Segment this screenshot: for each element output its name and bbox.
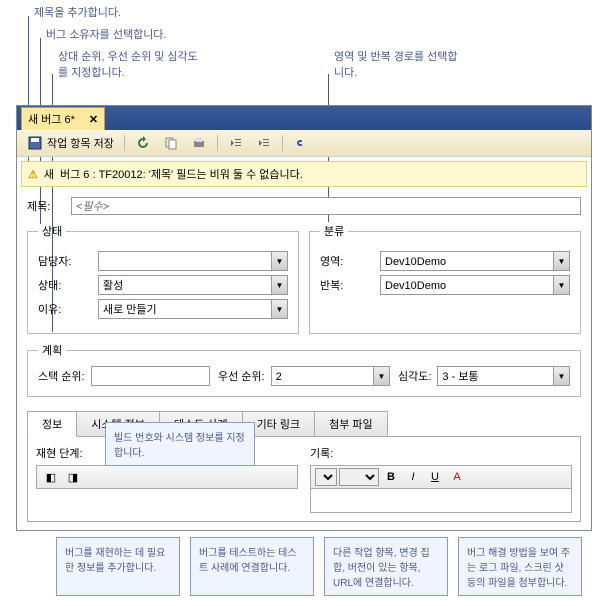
area-label: 영역: [320, 253, 380, 269]
state-label: 상태: [38, 277, 98, 293]
link-icon [293, 135, 309, 151]
priority-combo[interactable]: 2 ▼ [271, 366, 390, 386]
iteration-value: Dev10Demo [380, 275, 570, 295]
validation-warning: ⚠ 새 버그 6 : TF20012: '제목' 필드는 비워 둘 수 없습니다… [21, 161, 587, 187]
copy-button[interactable] [159, 133, 183, 153]
warning-text: 버그 6 : TF20012: '제목' 필드는 비워 둘 수 없습니다. [60, 166, 303, 182]
tab-attachments[interactable]: 첨부 파일 [314, 411, 388, 437]
priority-label: 우선 순위: [218, 368, 265, 384]
plan-legend: 계획 [38, 342, 66, 358]
italic-button[interactable]: I [403, 468, 423, 486]
warning-prefix: 새 [44, 166, 54, 182]
assignee-label: 담당자: [38, 253, 98, 269]
save-icon [27, 135, 43, 151]
area-combo[interactable]: Dev10Demo ▼ [380, 251, 570, 271]
link-button[interactable] [289, 133, 313, 153]
refresh-icon [135, 135, 151, 151]
callout-title: 제목을 추가합니다. [34, 4, 121, 20]
severity-label: 심각도: [398, 368, 431, 384]
chevron-down-icon[interactable]: ▼ [553, 252, 569, 270]
iteration-label: 반복: [320, 277, 380, 293]
history-toolbar: B I U A [310, 465, 572, 489]
area-value: Dev10Demo [380, 251, 570, 271]
status-fieldset: 상태 담당자: ▼ 상태: 활성 ▼ 이유: [27, 223, 299, 334]
font-select[interactable] [315, 468, 337, 486]
stack-value[interactable] [91, 366, 210, 386]
outdent-button[interactable] [224, 133, 248, 153]
reason-label: 이유: [38, 301, 98, 317]
toolbar: 작업 항목 저장 [17, 130, 591, 157]
classification-fieldset: 분류 영역: Dev10Demo ▼ 반복: Dev10Demo ▼ [309, 223, 581, 334]
print-button[interactable] [187, 133, 211, 153]
annotation-sysinfo: 빌드 번호와 시스템 정보를 지정합니다. [105, 422, 255, 466]
callout-area: 영역 및 반복 경로를 선택합니다. [334, 48, 464, 80]
font-color-button[interactable]: A [447, 468, 467, 486]
rte-button[interactable]: ◧ [41, 468, 61, 486]
chevron-down-icon[interactable]: ▼ [271, 276, 287, 294]
iteration-combo[interactable]: Dev10Demo ▼ [380, 275, 570, 295]
save-label: 작업 항목 저장 [47, 135, 114, 151]
refresh-button[interactable] [131, 133, 155, 153]
chevron-down-icon[interactable]: ▼ [373, 367, 389, 385]
size-select[interactable] [339, 468, 379, 486]
title-label: 제목: [27, 198, 65, 214]
severity-value: 3 - 보통 [437, 366, 570, 386]
form-area: 제목: 상태 담당자: ▼ 상태: 활성 ▼ [17, 191, 591, 403]
chevron-down-icon[interactable]: ▼ [553, 276, 569, 294]
reason-value: 새로 만들기 [98, 299, 288, 319]
chevron-down-icon[interactable]: ▼ [271, 300, 287, 318]
outdent-icon [228, 135, 244, 151]
history-label: 기록: [310, 445, 572, 461]
print-icon [191, 135, 207, 151]
stack-input[interactable] [91, 366, 210, 386]
title-input[interactable] [71, 197, 581, 215]
planning-fieldset: 계획 스택 순위: 우선 순위: 2 ▼ 심각도: [27, 342, 581, 397]
indent-button[interactable] [252, 133, 276, 153]
stack-label: 스택 순위: [38, 368, 85, 384]
tab-info[interactable]: 정보 [27, 411, 77, 437]
assignee-combo[interactable]: ▼ [98, 251, 288, 271]
work-item-window: 새 버그 6* ✕ 작업 항목 저장 ⚠ 새 버그 6 : TF20012: '… [16, 105, 592, 531]
chevron-down-icon[interactable]: ▼ [271, 252, 287, 270]
copy-icon [163, 135, 179, 151]
repro-toolbar: ◧ ◨ [36, 465, 298, 489]
history-editor[interactable] [310, 489, 572, 513]
callout-owner: 버그 소유자를 선택합니다. [46, 26, 167, 42]
reason-combo[interactable]: 새로 만들기 ▼ [98, 299, 288, 319]
warning-icon: ⚠ [28, 168, 38, 181]
annotation-attach: 버그 해결 방법을 보여 주는 로그 파일, 스크린 샷 등의 파일을 첨부합니… [458, 537, 582, 596]
document-tab-label: 새 버그 6* [28, 111, 75, 127]
document-tab[interactable]: 새 버그 6* ✕ [21, 107, 105, 130]
save-button[interactable]: 작업 항목 저장 [23, 133, 118, 153]
class-legend: 분류 [320, 223, 348, 239]
annotation-info: 버그를 재현하는 데 필요한 정보를 추가합니다. [56, 537, 180, 596]
document-tab-bar: 새 버그 6* ✕ [17, 106, 591, 130]
severity-combo[interactable]: 3 - 보통 ▼ [437, 366, 570, 386]
annotation-links: 다른 작업 항목, 변경 집합, 버전이 있는 항목, URL에 연결합니다. [324, 537, 448, 596]
underline-button[interactable]: U [425, 468, 445, 486]
status-legend: 상태 [38, 223, 66, 239]
bold-button[interactable]: B [381, 468, 401, 486]
state-value: 활성 [98, 275, 288, 295]
history-column: 기록: B I U A [310, 445, 572, 513]
indent-icon [256, 135, 272, 151]
chevron-down-icon[interactable]: ▼ [553, 367, 569, 385]
state-combo[interactable]: 활성 ▼ [98, 275, 288, 295]
rte-button[interactable]: ◨ [63, 468, 83, 486]
assignee-value [98, 251, 288, 271]
annotation-testcase: 버그를 테스트하는 테스트 사례에 연결합니다. [190, 537, 314, 596]
close-icon[interactable]: ✕ [89, 113, 98, 126]
callout-rank: 상대 순위, 우선 순위 및 심각도를 지정합니다. [58, 48, 198, 80]
